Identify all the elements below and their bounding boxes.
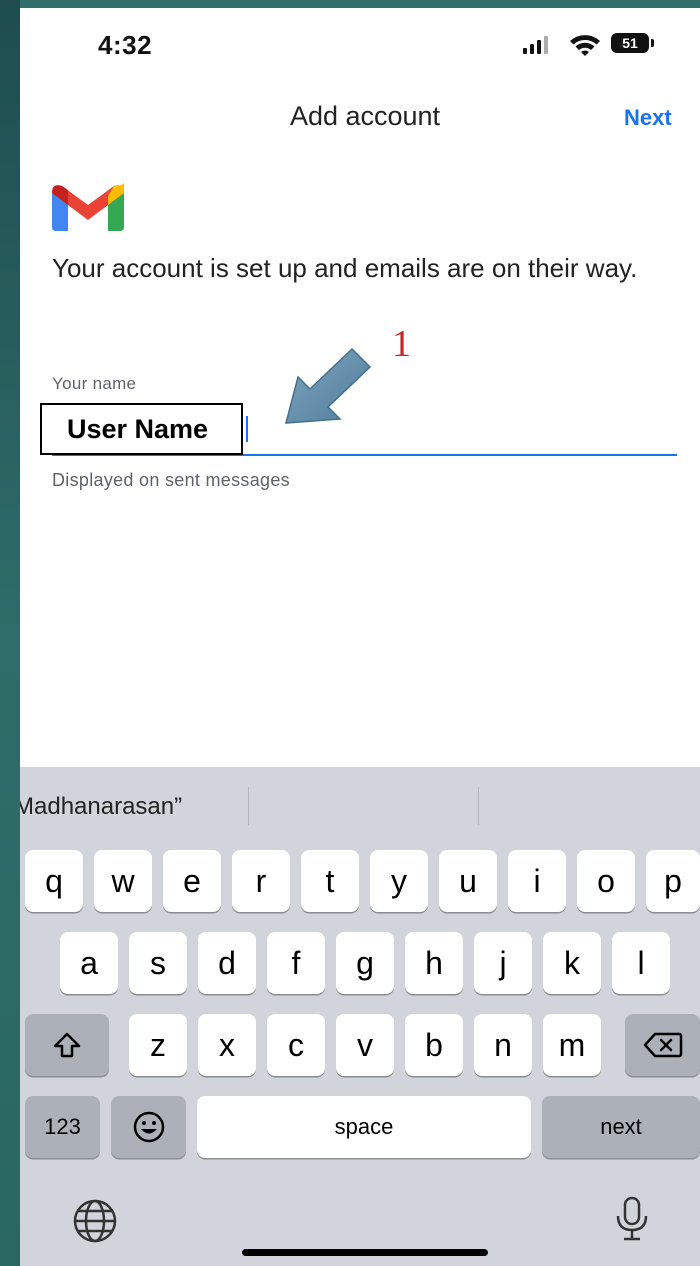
battery-cap (651, 39, 654, 47)
shift-key[interactable] (25, 1014, 109, 1076)
key-n[interactable]: n (474, 1014, 532, 1076)
key-k[interactable]: k (543, 932, 601, 994)
key-m[interactable]: m (543, 1014, 601, 1076)
page-title: Add account (289, 101, 441, 131)
suggestion-item[interactable]: Madhanarasan” (20, 793, 182, 821)
key-h[interactable]: h (405, 932, 463, 994)
emoji-key[interactable] (111, 1096, 186, 1158)
slide-background (0, 0, 20, 1266)
next-key[interactable]: next (542, 1096, 700, 1158)
key-w[interactable]: w (94, 850, 152, 912)
battery-level: 51 (622, 35, 638, 51)
key-o[interactable]: o (577, 850, 635, 912)
key-a[interactable]: a (60, 932, 118, 994)
key-j[interactable]: j (474, 932, 532, 994)
numbers-key[interactable]: 123 (25, 1096, 100, 1158)
setup-message: Your account is set up and emails are on… (52, 253, 638, 283)
suggestion-divider (248, 787, 249, 825)
key-d[interactable]: d (198, 932, 256, 994)
key-i[interactable]: i (508, 850, 566, 912)
key-l[interactable]: l (612, 932, 670, 994)
space-key[interactable]: space (197, 1096, 531, 1158)
emoji-icon (133, 1111, 164, 1143)
key-e[interactable]: e (163, 850, 221, 912)
key-r[interactable]: r (232, 850, 290, 912)
suggestion-divider (478, 787, 479, 825)
wifi-icon (570, 35, 600, 56)
backspace-key[interactable] (625, 1014, 700, 1076)
globe-icon[interactable] (70, 1198, 120, 1244)
battery-icon: 51 (611, 33, 649, 53)
key-u[interactable]: u (439, 850, 497, 912)
key-y[interactable]: y (370, 850, 428, 912)
microphone-icon[interactable] (612, 1194, 652, 1244)
key-q[interactable]: q (25, 850, 83, 912)
key-g[interactable]: g (336, 932, 394, 994)
text-caret (246, 416, 248, 442)
annotation-arrow-icon (285, 347, 372, 424)
key-t[interactable]: t (301, 850, 359, 912)
key-x[interactable]: x (198, 1014, 256, 1076)
shift-icon (53, 1032, 81, 1058)
key-p[interactable]: p (646, 850, 700, 912)
name-value: User Name (40, 403, 243, 455)
key-b[interactable]: b (405, 1014, 463, 1076)
phone-screen: 4:32 51 Add account Next Your account is… (20, 8, 700, 1266)
gmail-logo-icon (52, 183, 124, 231)
key-z[interactable]: z (129, 1014, 187, 1076)
annotation-step-number: 1 (392, 323, 411, 365)
key-f[interactable]: f (267, 932, 325, 994)
next-button[interactable]: Next (624, 105, 672, 131)
home-indicator (242, 1249, 488, 1256)
key-v[interactable]: v (336, 1014, 394, 1076)
name-helper-text: Displayed on sent messages (52, 470, 290, 490)
key-s[interactable]: s (129, 932, 187, 994)
on-screen-keyboard: Madhanarasan” q w e r t y u i o p a s d … (20, 767, 700, 1266)
backspace-icon (643, 1032, 682, 1058)
status-time: 4:32 (98, 30, 153, 60)
key-c[interactable]: c (267, 1014, 325, 1076)
cellular-signal-icon (523, 36, 548, 54)
your-name-label: Your name (52, 374, 137, 393)
